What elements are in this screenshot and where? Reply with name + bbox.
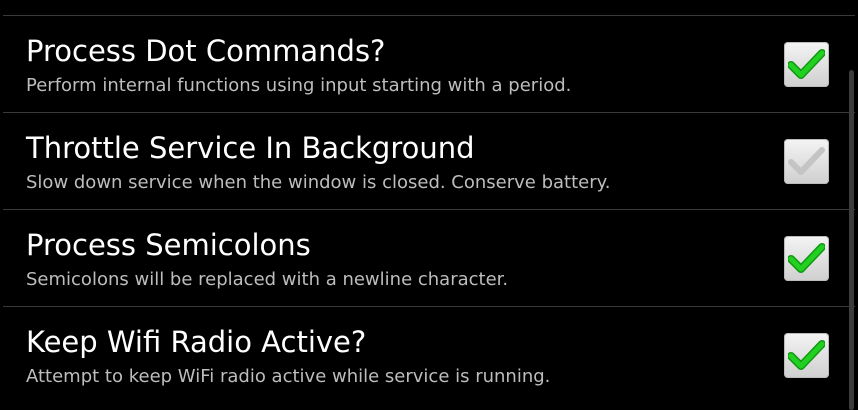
preference-summary: Slow down service when the window is clo… (26, 172, 611, 193)
process-dot-commands-checkbox[interactable] (784, 42, 829, 87)
checkmark-icon (788, 340, 825, 370)
preference-summary: Attempt to keep WiFi radio active while … (26, 366, 551, 387)
preference-title: Process Dot Commands? (26, 34, 386, 68)
keep-wifi-active-checkbox[interactable] (784, 333, 829, 378)
preference-throttle-service[interactable]: Throttle Service In Background Slow down… (0, 113, 858, 209)
preference-title: Keep Wifi Radio Active? (26, 325, 367, 359)
throttle-service-checkbox[interactable] (784, 139, 829, 184)
preference-process-dot-commands[interactable]: Process Dot Commands? Perform internal f… (0, 16, 858, 112)
checkmark-icon (788, 243, 825, 273)
checkmark-icon (788, 147, 825, 175)
scrollbar[interactable] (849, 70, 854, 410)
preference-summary: Semicolons will be replaced with a newli… (26, 269, 509, 290)
preference-title: Throttle Service In Background (26, 131, 475, 165)
preference-summary: Perform internal functions using input s… (26, 75, 572, 96)
preference-process-semicolons[interactable]: Process Semicolons Semicolons will be re… (0, 210, 858, 306)
checkmark-icon (788, 49, 825, 79)
process-semicolons-checkbox[interactable] (784, 236, 829, 281)
preference-title: Process Semicolons (26, 228, 311, 262)
preference-keep-wifi-active[interactable]: Keep Wifi Radio Active? Attempt to keep … (0, 307, 858, 403)
